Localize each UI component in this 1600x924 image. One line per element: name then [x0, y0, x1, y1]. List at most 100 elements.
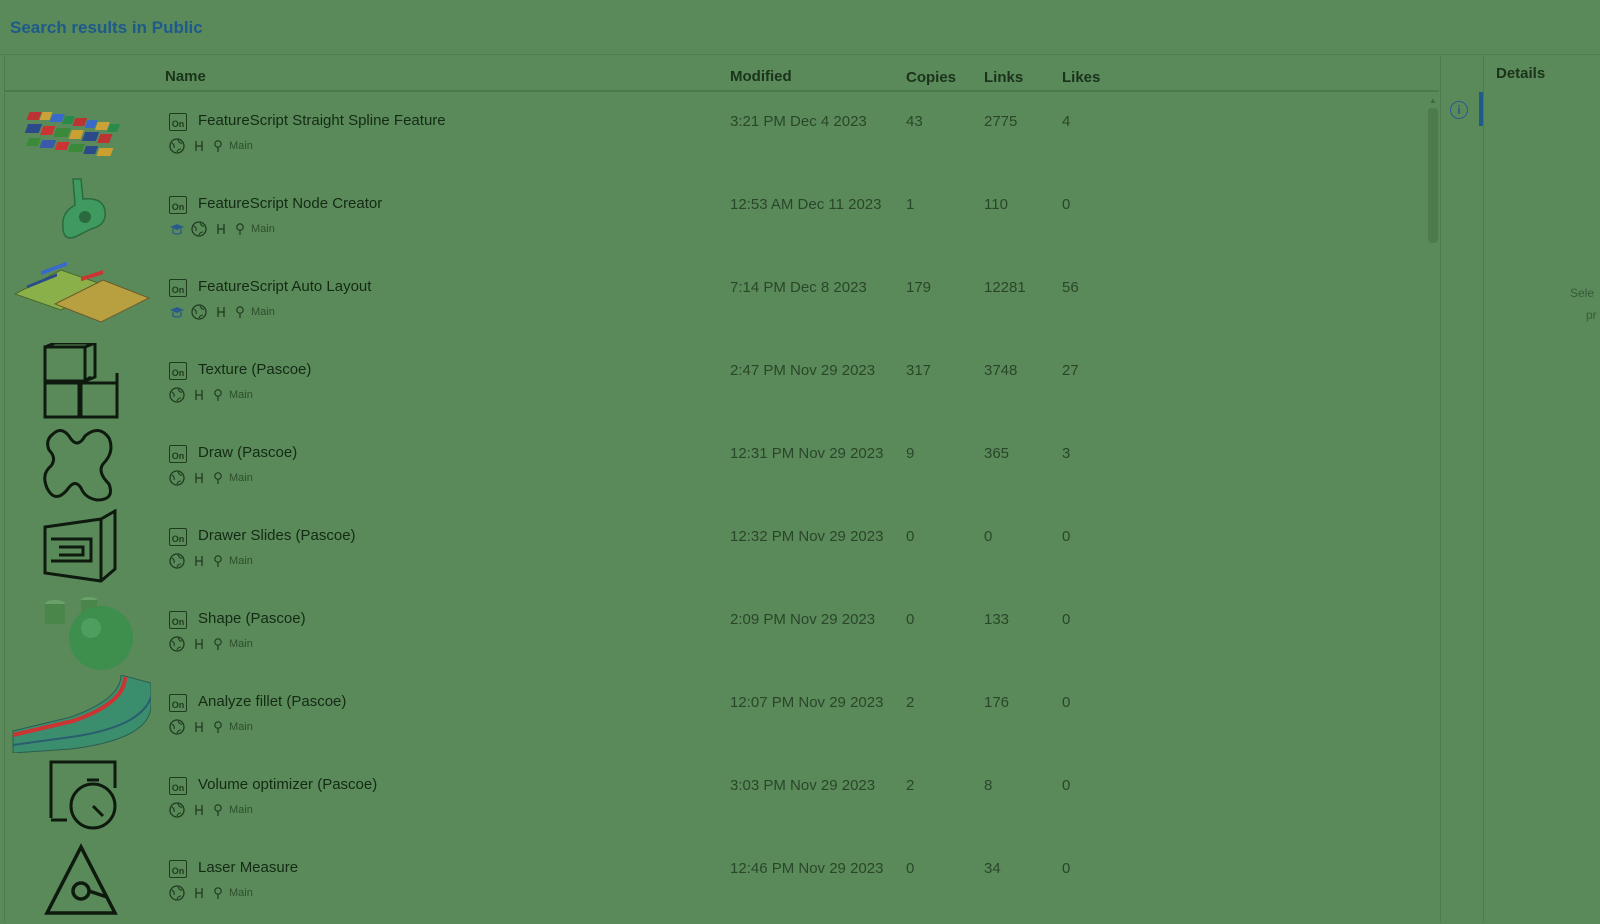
- location-pin-icon: [213, 802, 223, 818]
- document-name[interactable]: FeatureScript Straight Spline Feature: [198, 112, 446, 129]
- branch-label: Main: [229, 638, 253, 650]
- document-icon: On: [169, 279, 187, 297]
- document-thumbnail: [11, 841, 151, 919]
- document-name[interactable]: Volume optimizer (Pascoe): [198, 776, 377, 793]
- copies-cell: 43: [906, 113, 923, 130]
- table-row[interactable]: On FeatureScript Node Creator Main 12:53…: [5, 175, 1425, 258]
- copies-cell: 2: [906, 777, 915, 794]
- document-icon: On: [169, 611, 187, 629]
- branch-icon: [191, 636, 207, 652]
- links-cell: 12281: [984, 279, 1026, 296]
- modified-cell: 12:32 PM Nov 29 2023: [730, 528, 884, 545]
- document-meta: Main: [169, 719, 253, 735]
- public-globe-icon: [191, 304, 207, 320]
- document-name[interactable]: FeatureScript Auto Layout: [198, 278, 371, 295]
- document-meta: Main: [169, 387, 253, 403]
- document-thumbnail: [11, 94, 151, 172]
- branch-icon: [191, 719, 207, 735]
- document-meta: Main: [169, 470, 253, 486]
- document-name[interactable]: Analyze fillet (Pascoe): [198, 693, 346, 710]
- table-row[interactable]: On Laser Measure Main 12:46 PM Nov 29 20…: [5, 839, 1425, 922]
- document-meta: Main: [169, 885, 253, 901]
- branch-label: Main: [229, 804, 253, 816]
- copies-cell: 317: [906, 362, 932, 379]
- document-thumbnail: [11, 177, 151, 255]
- copies-cell: 0: [906, 528, 915, 545]
- column-header-links[interactable]: Links: [984, 69, 1023, 86]
- modified-cell: 3:21 PM Dec 4 2023: [730, 113, 867, 130]
- public-globe-icon: [169, 636, 185, 652]
- details-hint-line: Sele: [1570, 286, 1595, 300]
- public-globe-icon: [169, 138, 185, 154]
- document-icon: On: [169, 528, 187, 546]
- copies-cell: 2: [906, 694, 915, 711]
- document-thumbnail: [11, 592, 151, 670]
- document-name[interactable]: FeatureScript Node Creator: [198, 195, 382, 212]
- table-row[interactable]: On Drawer Slides (Pascoe) Main 12:32 PM …: [5, 507, 1425, 590]
- info-icon[interactable]: i: [1450, 101, 1468, 119]
- document-meta: Main: [169, 138, 253, 154]
- table-row[interactable]: On FeatureScript Auto Layout Main 7:14 P…: [5, 258, 1425, 341]
- location-pin-icon: [213, 885, 223, 901]
- links-cell: 365: [984, 445, 1010, 462]
- likes-cell: 0: [1062, 611, 1071, 628]
- table-row[interactable]: On Shape (Pascoe) Main 2:09 PM Nov 29 20…: [5, 590, 1425, 673]
- document-name[interactable]: Laser Measure: [198, 859, 298, 876]
- modified-cell: 3:03 PM Nov 29 2023: [730, 777, 876, 794]
- public-globe-icon: [191, 221, 207, 237]
- document-thumbnail: [11, 508, 151, 587]
- table-row[interactable]: On Analyze fillet (Pascoe) Main 12:07 PM…: [5, 673, 1425, 756]
- column-header-modified[interactable]: Modified: [730, 68, 792, 85]
- table-row[interactable]: On FeatureScript Straight Spline Feature…: [5, 92, 1425, 175]
- scrollbar-thumb[interactable]: [1428, 108, 1438, 243]
- likes-cell: 56: [1062, 279, 1079, 296]
- column-header-likes[interactable]: Likes: [1062, 69, 1100, 86]
- branch-label: Main: [229, 389, 253, 401]
- public-globe-icon: [169, 553, 185, 569]
- document-name[interactable]: Drawer Slides (Pascoe): [198, 527, 356, 544]
- branch-icon: [191, 885, 207, 901]
- likes-cell: 0: [1062, 196, 1071, 213]
- branch-icon: [213, 304, 229, 320]
- document-icon: On: [169, 694, 187, 712]
- links-cell: 133: [984, 611, 1010, 628]
- public-globe-icon: [169, 885, 185, 901]
- location-pin-icon: [213, 470, 223, 486]
- column-header-copies[interactable]: Copies: [906, 69, 956, 86]
- likes-cell: 27: [1062, 362, 1079, 379]
- table-row[interactable]: On Volume optimizer (Pascoe) Main 3:03 P…: [5, 756, 1425, 839]
- branch-label: Main: [229, 472, 253, 484]
- branch-label: Main: [251, 223, 275, 235]
- branch-icon: [191, 470, 207, 486]
- likes-cell: 3: [1062, 445, 1071, 462]
- copies-cell: 1: [906, 196, 915, 213]
- location-pin-icon: [213, 719, 223, 735]
- branch-icon: [191, 138, 207, 154]
- scroll-up-arrow-icon[interactable]: ▲: [1428, 96, 1438, 106]
- modified-cell: 12:46 PM Nov 29 2023: [730, 860, 884, 877]
- branch-icon: [213, 221, 229, 237]
- table-row[interactable]: On Draw (Pascoe) Main 12:31 PM Nov 29 20…: [5, 424, 1425, 507]
- document-thumbnail: [11, 426, 151, 504]
- links-cell: 8: [984, 777, 993, 794]
- document-name[interactable]: Shape (Pascoe): [198, 610, 306, 627]
- document-name[interactable]: Texture (Pascoe): [198, 361, 311, 378]
- branch-icon: [191, 387, 207, 403]
- learning-center-icon: [169, 221, 185, 237]
- location-pin-icon: [235, 304, 245, 320]
- branch-label: Main: [251, 306, 275, 318]
- location-pin-icon: [235, 221, 245, 237]
- document-name[interactable]: Draw (Pascoe): [198, 444, 297, 461]
- document-thumbnail: [11, 260, 151, 338]
- table-row[interactable]: On Texture (Pascoe) Main 2:47 PM Nov 29 …: [5, 341, 1425, 424]
- document-meta: Main: [169, 802, 253, 818]
- likes-cell: 0: [1062, 694, 1071, 711]
- likes-cell: 0: [1062, 777, 1071, 794]
- branch-label: Main: [229, 140, 253, 152]
- links-cell: 110: [984, 196, 1008, 213]
- vertical-scrollbar[interactable]: ▲: [1425, 96, 1439, 923]
- table-header: Name Modified Copies Links Likes: [5, 56, 1439, 92]
- modified-cell: 2:47 PM Nov 29 2023: [730, 362, 876, 379]
- modified-cell: 12:53 AM Dec 11 2023: [730, 196, 882, 213]
- column-header-name[interactable]: Name: [165, 68, 206, 85]
